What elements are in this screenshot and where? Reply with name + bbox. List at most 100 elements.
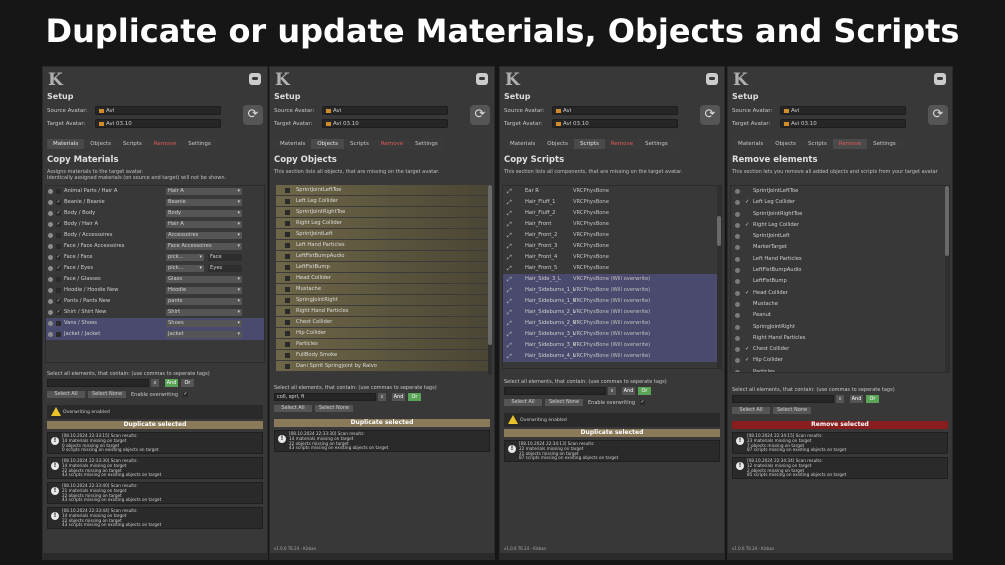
remove-row[interactable]: Peanut (731, 310, 949, 321)
material-checkbox[interactable]: ✓ (56, 222, 61, 227)
material-dropdown[interactable]: pick... (166, 265, 204, 272)
material-checkbox[interactable] (56, 233, 61, 238)
material-checkbox[interactable]: ✓ (56, 299, 61, 304)
material-dropdown[interactable]: Jacket (166, 331, 242, 338)
expand-arrow-icon[interactable]: ⤢ (507, 222, 512, 228)
object-row[interactable]: LeftFistBump (276, 262, 488, 273)
and-button[interactable]: And (392, 393, 405, 401)
tab-scripts[interactable]: Scripts (117, 139, 148, 149)
material-row[interactable]: ✓ Beanie / Beanie Beanie (46, 197, 264, 208)
object-row[interactable]: Mustache (276, 284, 488, 295)
object-checkbox[interactable] (285, 331, 290, 336)
or-button[interactable]: Or (408, 393, 421, 401)
scrollbar[interactable] (717, 186, 721, 368)
expand-arrow-icon[interactable]: ⤢ (507, 244, 512, 250)
material-dropdown[interactable]: Accessoires (166, 232, 242, 239)
tab-settings[interactable]: Settings (182, 139, 217, 149)
object-row[interactable]: FullBody Smoke (276, 350, 488, 361)
target-avatar-field[interactable]: Avi 03.10 (780, 119, 906, 128)
object-row[interactable]: Left Leg Collider (276, 196, 488, 207)
select-material-icon[interactable] (48, 189, 53, 194)
refresh-button[interactable]: ⟳ (928, 105, 948, 125)
tab-remove[interactable]: Remove (604, 139, 640, 149)
select-material-icon[interactable] (48, 277, 53, 282)
object-checkbox[interactable] (285, 210, 290, 215)
material-checkbox[interactable]: ✓ (56, 310, 61, 315)
object-row[interactable]: Right Hand Particles (276, 306, 488, 317)
script-row[interactable]: ⤢ Ear R VRCPhysBone (503, 186, 721, 197)
select-material-icon[interactable] (48, 244, 53, 249)
material-checkbox[interactable] (56, 244, 61, 249)
tab-materials[interactable]: Materials (274, 139, 312, 149)
remove-row[interactable]: Mustache (731, 299, 949, 310)
duplicate-selected-button[interactable]: Duplicate selected (504, 429, 720, 437)
select-material-icon[interactable] (48, 299, 53, 304)
remove-row[interactable]: SprintJointLeftToe (731, 186, 949, 197)
scrollbar-thumb[interactable] (717, 216, 721, 246)
tab-materials[interactable]: Materials (47, 139, 85, 149)
tab-settings[interactable]: Settings (639, 139, 674, 149)
enable-overwriting-checkbox[interactable]: ✓ (640, 400, 645, 405)
remove-row[interactable]: MarkerTarget (731, 242, 949, 253)
target-avatar-field[interactable]: Avi 03.10 (95, 119, 221, 128)
object-row[interactable]: LeftFistBumpAudio (276, 251, 488, 262)
remove-row[interactable]: SprintJointLeft (731, 231, 949, 242)
object-checkbox[interactable] (285, 353, 290, 358)
script-row[interactable]: ⤢ Hair_Sideburns_1_R VRCPhysBone (Will ove… (503, 296, 721, 307)
script-row[interactable]: ⤢ Hair_Sideburns_4_L VRCPhysBone (Will ove… (503, 351, 721, 362)
tab-scripts[interactable]: Scripts (802, 139, 833, 149)
filter-input[interactable] (47, 379, 149, 387)
scrollbar-thumb[interactable] (488, 185, 492, 345)
expand-arrow-icon[interactable]: ⤢ (507, 299, 512, 305)
material-target-field[interactable]: Eyes (208, 265, 242, 272)
material-dropdown[interactable]: Shirt (166, 309, 242, 316)
select-material-icon[interactable] (48, 332, 53, 337)
script-row[interactable]: ⤢ Hair_Front VRCPhysBone (503, 219, 721, 230)
script-row[interactable]: ⤢ Hair_Side_3_L VRCPhysBone (Will overwrit… (503, 274, 721, 285)
tab-remove[interactable]: Remove (832, 139, 868, 149)
material-dropdown[interactable]: Body (166, 210, 242, 217)
duplicate-selected-button[interactable]: Duplicate selected (47, 421, 263, 429)
and-button[interactable]: And (165, 379, 178, 387)
object-row[interactable]: Right Leg Collider (276, 218, 488, 229)
script-row[interactable]: ⤢ Hair_Sideburns_2_L VRCPhysBone (Will ove… (503, 307, 721, 318)
expand-arrow-icon[interactable]: ⤢ (507, 288, 512, 294)
remove-row[interactable]: Particles (731, 367, 949, 372)
material-row[interactable]: Vans / Shoes Shoes (46, 318, 264, 329)
tab-objects[interactable]: Objects (84, 139, 117, 149)
object-checkbox[interactable] (285, 199, 290, 204)
script-row[interactable]: ⤢ Hair_Front_2 VRCPhysBone (503, 230, 721, 241)
material-dropdown[interactable]: Shoes (166, 320, 242, 327)
remove-row[interactable]: LeftFistBumpAudio (731, 265, 949, 276)
and-button[interactable]: And (622, 387, 635, 395)
expand-arrow-icon[interactable]: ⤢ (507, 354, 512, 360)
material-checkbox[interactable] (56, 288, 61, 293)
material-row[interactable]: ✓Face / Eyes pick... Eyes (46, 263, 264, 274)
or-button[interactable]: Or (638, 387, 651, 395)
target-avatar-field[interactable]: Avi 03.10 (322, 119, 448, 128)
select-material-icon[interactable] (48, 321, 53, 326)
select-material-icon[interactable] (48, 222, 53, 227)
expand-arrow-icon[interactable]: ⤢ (507, 332, 512, 338)
material-checkbox[interactable]: ✓ (56, 255, 61, 260)
material-checkbox[interactable] (56, 277, 61, 282)
select-material-icon[interactable] (48, 211, 53, 216)
tab-objects[interactable]: Objects (769, 139, 802, 149)
material-dropdown[interactable]: Face Accessoires (166, 243, 242, 250)
material-row[interactable]: ✓ Shirt / Shirt New Shirt (46, 307, 264, 318)
remove-row[interactable]: ✓ Chest Collider (731, 344, 949, 355)
and-button[interactable]: And (850, 395, 863, 403)
select-all-button[interactable]: Select All (504, 399, 542, 406)
tab-materials[interactable]: Materials (732, 139, 770, 149)
source-avatar-field[interactable]: Avi (780, 106, 906, 115)
enable-overwriting-checkbox[interactable]: ✓ (183, 392, 188, 397)
remove-row[interactable]: LeftFistBump (731, 276, 949, 287)
object-row[interactable]: Particles (276, 339, 488, 350)
material-checkbox[interactable] (56, 189, 61, 194)
expand-arrow-icon[interactable]: ⤢ (507, 189, 512, 195)
select-all-button[interactable]: Select All (274, 405, 312, 412)
material-row[interactable]: Face / Face Accessoires Face Accessoires (46, 241, 264, 252)
remove-checkbox[interactable]: ✓ (745, 344, 749, 355)
refresh-button[interactable]: ⟳ (243, 105, 263, 125)
remove-row[interactable]: Right Hand Particles (731, 333, 949, 344)
